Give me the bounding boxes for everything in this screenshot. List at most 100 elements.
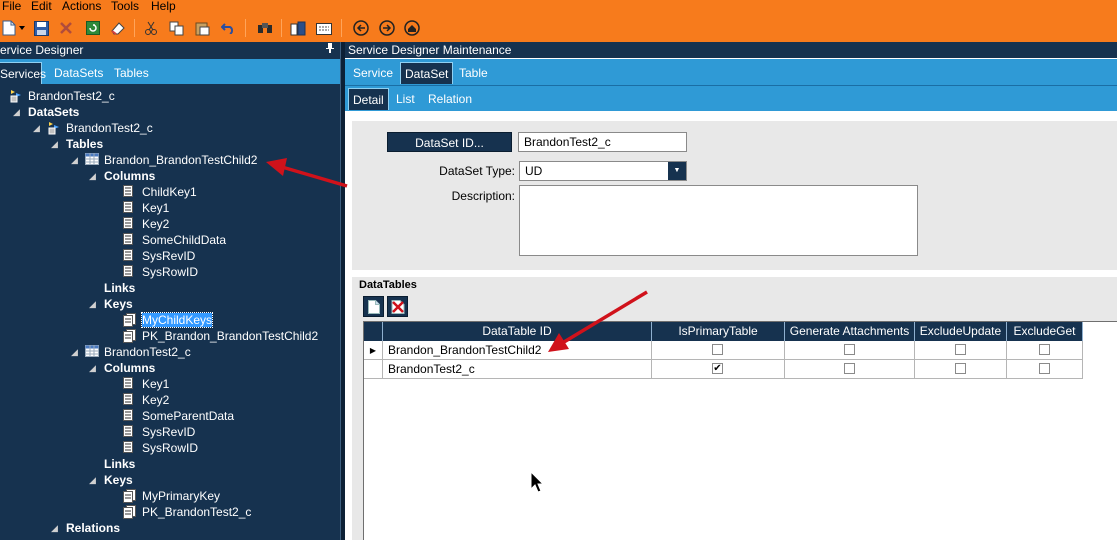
- col-header-datatable-id[interactable]: DataTable ID: [383, 322, 652, 341]
- clear-icon[interactable]: [110, 20, 126, 36]
- menu-help[interactable]: Help: [151, 0, 176, 13]
- tree-node-column[interactable]: SomeChildData: [123, 232, 226, 248]
- new-icon[interactable]: [1, 20, 17, 36]
- tree-node-parent-table[interactable]: ◢ BrandonTest2_c: [71, 344, 191, 360]
- tree-node-child-links[interactable]: Links: [104, 280, 135, 296]
- tab-table[interactable]: Table: [455, 62, 492, 84]
- tree-node-relations[interactable]: ◢ Relations: [51, 520, 120, 536]
- tree-node-child-columns[interactable]: ◢ Columns: [89, 168, 155, 184]
- tree-node-root[interactable]: BrandonTest2_c: [10, 88, 115, 104]
- copy-icon[interactable]: [168, 20, 184, 36]
- checkbox[interactable]: [955, 363, 966, 374]
- tree-node-key[interactable]: PK_Brandon_BrandonTestChild2: [123, 328, 318, 344]
- tree-node-key[interactable]: MyPrimaryKey: [123, 488, 220, 504]
- tab-service[interactable]: Service: [349, 62, 397, 84]
- tree-node-child-keys[interactable]: ◢ Keys: [89, 296, 133, 312]
- attachment-icon[interactable]: [290, 20, 306, 36]
- tree-node-column[interactable]: Key1: [123, 200, 169, 216]
- dataset-id-field[interactable]: BrandonTest2_c: [518, 132, 687, 152]
- tree-node-parent-links[interactable]: Links: [104, 456, 135, 472]
- row-indicator-icon[interactable]: ▶: [364, 341, 383, 360]
- forward-icon[interactable]: [379, 20, 395, 36]
- dataset-icon: [47, 121, 61, 135]
- col-header-exclude-get[interactable]: ExcludeGet: [1007, 322, 1083, 341]
- tree-node-parent-columns[interactable]: ◢ Columns: [89, 360, 155, 376]
- col-header-exclude-update[interactable]: ExcludeUpdate: [915, 322, 1007, 341]
- mouse-cursor-icon: [530, 471, 544, 493]
- refresh-icon[interactable]: [85, 20, 101, 36]
- search-icon[interactable]: [257, 20, 273, 36]
- tree-node-key-selected[interactable]: MyChildKeys: [123, 312, 214, 328]
- tab-dataset[interactable]: DataSet: [400, 62, 454, 84]
- collapse-icon[interactable]: ◢: [33, 120, 40, 136]
- column-icon: [123, 185, 137, 199]
- calculator-icon[interactable]: [316, 20, 332, 36]
- collapse-icon[interactable]: ◢: [71, 344, 78, 360]
- collapse-icon[interactable]: ◢: [51, 136, 58, 152]
- tree-node-column[interactable]: SysRowID: [123, 264, 198, 280]
- collapse-icon[interactable]: ◢: [89, 168, 96, 184]
- checkbox[interactable]: [844, 363, 855, 374]
- tab-datasets[interactable]: DataSets: [50, 62, 107, 84]
- dataset-type-select[interactable]: UD ▼: [519, 161, 687, 181]
- tree-node-datasets[interactable]: ◢ DataSets: [13, 104, 79, 120]
- cut-icon[interactable]: [143, 20, 159, 36]
- tree-node-key[interactable]: PK_BrandonTest2_c: [123, 504, 251, 520]
- checkbox-checked[interactable]: ✔: [712, 363, 723, 374]
- col-header-generate-attachments[interactable]: Generate Attachments: [785, 322, 915, 341]
- undo-icon[interactable]: [220, 20, 236, 36]
- tree-node-column[interactable]: ChildKey1: [123, 184, 197, 200]
- tree-node-column[interactable]: SysRevID: [123, 248, 195, 264]
- tree-node-dataset[interactable]: ◢ BrandonTest2_c: [33, 120, 153, 136]
- tab-services[interactable]: Services: [0, 62, 46, 84]
- collapse-icon[interactable]: ◢: [89, 360, 96, 376]
- home-icon[interactable]: [404, 20, 420, 36]
- collapse-icon[interactable]: ◢: [13, 104, 20, 120]
- tab-tables[interactable]: Tables: [110, 62, 153, 84]
- tab-relation[interactable]: Relation: [424, 88, 476, 110]
- checkbox[interactable]: [1039, 344, 1050, 355]
- tree-node-child-table[interactable]: ◢ Brandon_BrandonTestChild2: [71, 152, 257, 168]
- checkbox[interactable]: [844, 344, 855, 355]
- tree-node-column[interactable]: SysRowID: [123, 440, 198, 456]
- paste-icon[interactable]: [194, 20, 210, 36]
- table-row-datatable-id[interactable]: BrandonTest2_c: [383, 360, 652, 379]
- table-row-is-primary: ✔: [652, 360, 785, 379]
- menu-edit[interactable]: Edit: [31, 0, 52, 13]
- row-header[interactable]: [364, 360, 383, 379]
- collapse-icon[interactable]: ◢: [71, 152, 78, 168]
- tab-detail[interactable]: Detail: [348, 88, 389, 110]
- tree-node-tables[interactable]: ◢ Tables: [51, 136, 103, 152]
- menu-actions[interactable]: Actions: [62, 0, 101, 13]
- delete-row-icon[interactable]: [387, 296, 408, 317]
- collapse-icon[interactable]: ◢: [89, 296, 96, 312]
- table-row-datatable-id[interactable]: Brandon_BrandonTestChild2: [383, 341, 652, 360]
- dataset-id-button[interactable]: DataSet ID...: [387, 132, 512, 152]
- tree-node-column[interactable]: Key2: [123, 392, 169, 408]
- chevron-down-icon[interactable]: ▼: [668, 162, 686, 180]
- back-icon[interactable]: [353, 20, 369, 36]
- menu-file[interactable]: File: [2, 0, 21, 13]
- menu-tools[interactable]: Tools: [111, 0, 139, 13]
- description-field[interactable]: [519, 185, 918, 256]
- tree-node-column[interactable]: Key1: [123, 376, 169, 392]
- tree-node-column[interactable]: Key2: [123, 216, 169, 232]
- save-icon[interactable]: [33, 20, 49, 36]
- tree-node-column[interactable]: SysRevID: [123, 424, 195, 440]
- column-icon: [123, 409, 137, 423]
- col-header-is-primary[interactable]: IsPrimaryTable: [652, 322, 785, 341]
- tree-node-column[interactable]: SomeParentData: [123, 408, 234, 424]
- checkbox[interactable]: [1039, 363, 1050, 374]
- tree-node-parent-keys[interactable]: ◢ Keys: [89, 472, 133, 488]
- collapse-icon[interactable]: ◢: [89, 472, 96, 488]
- pin-icon[interactable]: [326, 42, 334, 58]
- table-row-exclude-update: [915, 341, 1007, 360]
- tab-list[interactable]: List: [392, 88, 419, 110]
- collapse-icon[interactable]: ◢: [51, 520, 58, 536]
- checkbox[interactable]: [712, 344, 723, 355]
- toolbar-separator: [281, 19, 282, 37]
- new-dropdown-icon[interactable]: [17, 20, 27, 36]
- checkbox[interactable]: [955, 344, 966, 355]
- delete-icon[interactable]: [58, 20, 74, 36]
- new-row-icon[interactable]: [363, 296, 384, 317]
